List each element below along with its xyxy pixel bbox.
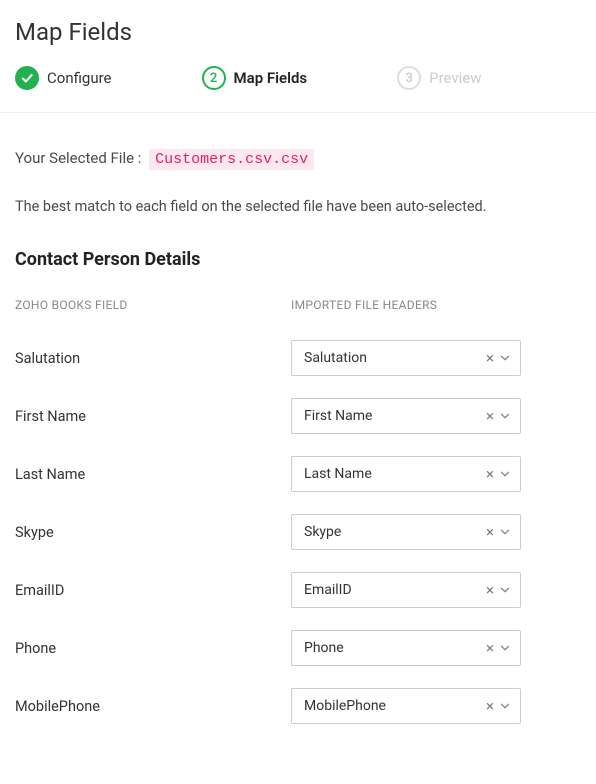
select-value: MobilePhone <box>304 698 484 714</box>
clear-icon[interactable]: × <box>484 351 496 366</box>
clear-icon[interactable]: × <box>484 525 496 540</box>
field-label: Last Name <box>15 466 291 483</box>
select-value: Skype <box>304 524 484 540</box>
chevron-down-icon <box>498 467 512 481</box>
column-headers: ZOHO BOOKS FIELD IMPORTED FILE HEADERS <box>15 298 581 312</box>
content-area: Your Selected File : Customers.csv.csv T… <box>0 113 596 724</box>
header-select[interactable]: MobilePhone× <box>291 688 521 724</box>
chevron-down-icon <box>498 409 512 423</box>
selected-file-name: Customers.csv.csv <box>149 149 314 170</box>
step-number-icon: 2 <box>202 66 226 90</box>
select-value: Last Name <box>304 466 484 482</box>
step-label: Configure <box>47 69 112 87</box>
select-value: Phone <box>304 640 484 656</box>
field-row: SkypeSkype× <box>15 514 581 550</box>
field-label: First Name <box>15 408 291 425</box>
select-value: First Name <box>304 408 484 424</box>
select-value: EmailID <box>304 582 484 598</box>
section-title: Contact Person Details <box>15 249 581 270</box>
field-label: Skype <box>15 524 291 541</box>
select-value: Salutation <box>304 350 484 366</box>
clear-icon[interactable]: × <box>484 409 496 424</box>
field-label: Phone <box>15 640 291 657</box>
field-label: EmailID <box>15 582 291 599</box>
selected-file-row: Your Selected File : Customers.csv.csv <box>15 149 581 168</box>
chevron-down-icon <box>498 699 512 713</box>
step-label: Preview <box>429 69 481 87</box>
clear-icon[interactable]: × <box>484 641 496 656</box>
chevron-down-icon <box>498 641 512 655</box>
header-select[interactable]: Phone× <box>291 630 521 666</box>
column-header-left: ZOHO BOOKS FIELD <box>15 298 291 312</box>
header-select[interactable]: Skype× <box>291 514 521 550</box>
header-select[interactable]: First Name× <box>291 398 521 434</box>
step-configure[interactable]: Configure <box>15 66 112 90</box>
field-label: Salutation <box>15 350 291 367</box>
column-header-right: IMPORTED FILE HEADERS <box>291 298 581 312</box>
field-row: PhonePhone× <box>15 630 581 666</box>
clear-icon[interactable]: × <box>484 699 496 714</box>
selected-file-prefix: Your Selected File : <box>15 149 141 167</box>
field-row: SalutationSalutation× <box>15 340 581 376</box>
field-label: MobilePhone <box>15 698 291 715</box>
step-label: Map Fields <box>234 69 308 87</box>
field-row: MobilePhoneMobilePhone× <box>15 688 581 724</box>
clear-icon[interactable]: × <box>484 583 496 598</box>
step-map-fields[interactable]: 2 Map Fields <box>202 66 308 90</box>
chevron-down-icon <box>498 583 512 597</box>
chevron-down-icon <box>498 525 512 539</box>
stepper: Configure 2 Map Fields 3 Preview <box>0 66 596 113</box>
chevron-down-icon <box>498 351 512 365</box>
clear-icon[interactable]: × <box>484 467 496 482</box>
step-number-icon: 3 <box>397 66 421 90</box>
step-preview[interactable]: 3 Preview <box>397 66 481 90</box>
header-select[interactable]: Last Name× <box>291 456 521 492</box>
check-icon <box>15 66 39 90</box>
page-title: Map Fields <box>0 0 596 66</box>
header-select[interactable]: Salutation× <box>291 340 521 376</box>
field-row: EmailIDEmailID× <box>15 572 581 608</box>
field-row: Last NameLast Name× <box>15 456 581 492</box>
field-row: First NameFirst Name× <box>15 398 581 434</box>
header-select[interactable]: EmailID× <box>291 572 521 608</box>
automap-hint: The best match to each field on the sele… <box>15 198 581 215</box>
